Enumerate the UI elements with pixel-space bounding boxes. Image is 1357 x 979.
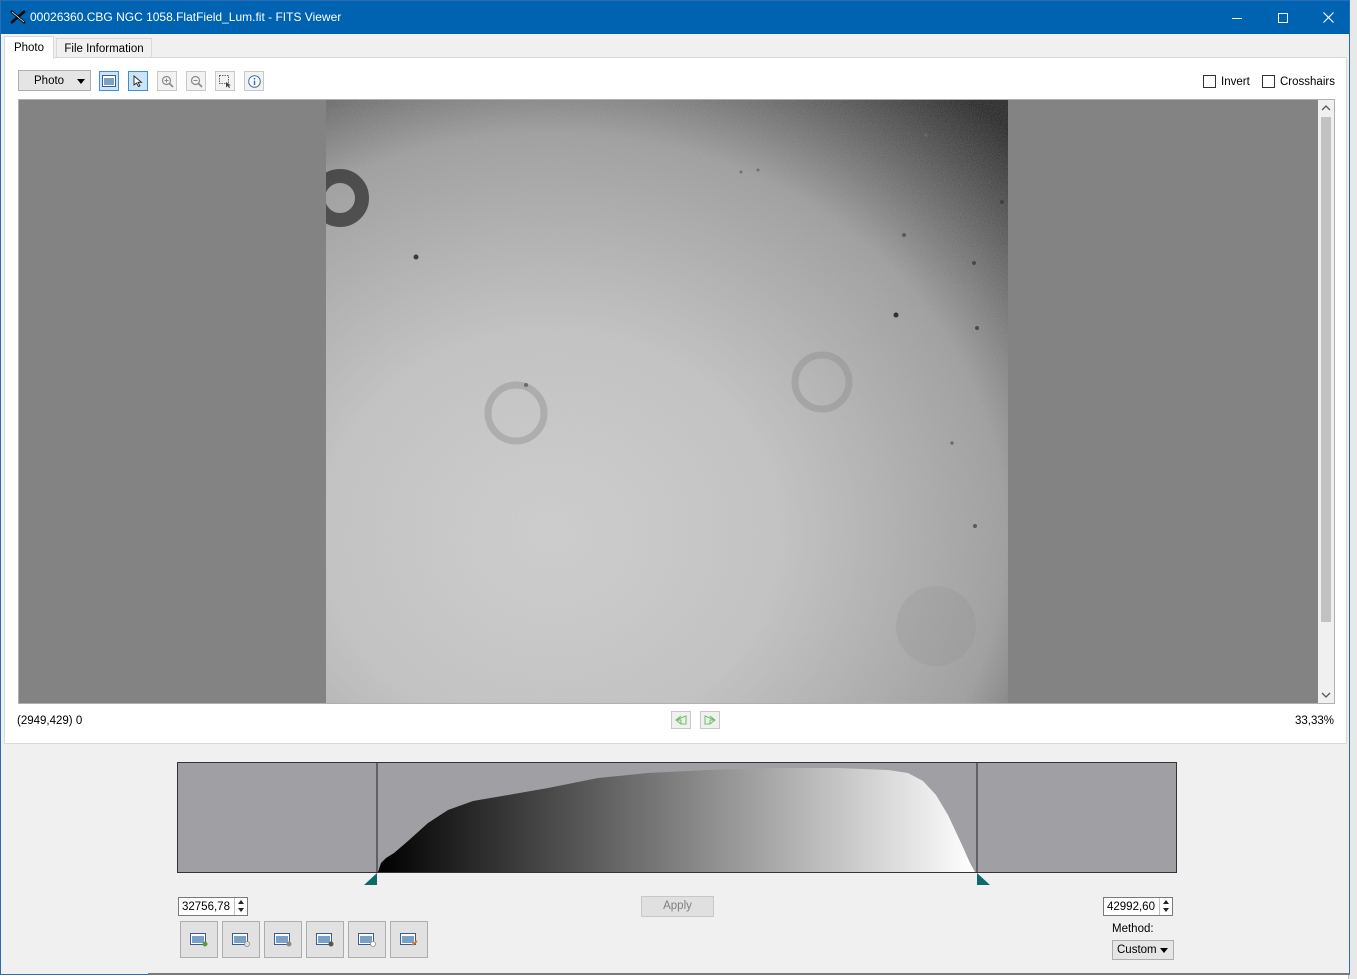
pointer-icon bbox=[133, 75, 143, 87]
histogram[interactable] bbox=[177, 762, 1177, 873]
window-title: 00026360.CBG NGC 1058.FlatField_Lum.fit … bbox=[30, 10, 342, 24]
stretch-preset-button-2[interactable] bbox=[222, 921, 260, 958]
fits-viewer-window: 00026360.CBG NGC 1058.FlatField_Lum.fit … bbox=[0, 0, 1350, 975]
crosshairs-label: Crosshairs bbox=[1280, 75, 1335, 88]
spin-up-icon[interactable] bbox=[1163, 900, 1169, 904]
close-icon bbox=[1322, 12, 1334, 23]
tab-file-information[interactable]: File Information bbox=[56, 38, 152, 58]
scroll-up-icon[interactable] bbox=[1321, 104, 1331, 111]
view-mode-value: Photo bbox=[34, 75, 65, 87]
zoom-in-button[interactable] bbox=[157, 71, 177, 91]
zoom-in-icon bbox=[161, 75, 174, 88]
close-button[interactable] bbox=[1305, 1, 1351, 34]
maximize-button[interactable] bbox=[1260, 1, 1306, 34]
max-slider-handle[interactable] bbox=[976, 873, 990, 885]
min-slider-handle[interactable] bbox=[364, 873, 378, 885]
crosshairs-checkbox[interactable]: Crosshairs bbox=[1262, 75, 1335, 88]
histogram-preset-icon bbox=[274, 932, 292, 946]
previous-image-button[interactable] bbox=[671, 711, 691, 729]
max-spin-buttons[interactable] bbox=[1159, 898, 1172, 915]
zoom-out-button[interactable] bbox=[186, 71, 206, 91]
zoom-level: 33,33% bbox=[1294, 715, 1334, 727]
next-arrow-icon bbox=[704, 715, 716, 725]
fit-window-icon bbox=[102, 75, 116, 87]
invert-checkbox-box[interactable] bbox=[1203, 75, 1216, 88]
invert-label: Invert bbox=[1221, 75, 1250, 88]
histogram-preset-icon bbox=[358, 932, 376, 947]
histogram-preset-icon bbox=[190, 932, 208, 946]
max-value-spinbox[interactable]: 42992,60 bbox=[1103, 897, 1173, 916]
image-viewport[interactable] bbox=[18, 99, 1335, 704]
previous-arrow-icon bbox=[675, 715, 687, 725]
minimize-icon bbox=[1232, 17, 1242, 19]
histogram-preset-icon bbox=[232, 932, 250, 947]
app-icon bbox=[10, 10, 26, 24]
zoom-region-button[interactable] bbox=[215, 71, 235, 91]
chevron-down-icon bbox=[77, 79, 85, 84]
next-image-button[interactable] bbox=[700, 711, 720, 729]
spin-down-icon[interactable] bbox=[238, 908, 244, 912]
apply-button[interactable]: Apply bbox=[641, 896, 714, 917]
vertical-scrollbar[interactable] bbox=[1318, 100, 1334, 703]
minimize-button[interactable] bbox=[1214, 1, 1260, 34]
scrollbar-thumb[interactable] bbox=[1321, 117, 1331, 622]
method-select[interactable]: Custom bbox=[1112, 940, 1174, 960]
scroll-down-icon[interactable] bbox=[1321, 692, 1331, 699]
zoom-out-icon bbox=[190, 75, 203, 88]
pointer-tool-button[interactable] bbox=[128, 71, 148, 91]
min-spin-buttons[interactable] bbox=[234, 898, 247, 915]
photo-panel: Photo Invert Crosshairs (2949,429) 0 33,… bbox=[4, 57, 1347, 744]
fit-window-button[interactable] bbox=[99, 71, 119, 91]
cursor-coordinates: (2949,429) 0 bbox=[17, 715, 83, 727]
histogram-plot bbox=[376, 763, 978, 872]
stretch-preset-button-5[interactable] bbox=[348, 921, 386, 958]
max-value: 42992,60 bbox=[1107, 901, 1155, 913]
stretch-preset-button-6[interactable] bbox=[390, 921, 428, 958]
stretch-preset-button-1[interactable] bbox=[180, 921, 218, 958]
maximize-icon bbox=[1278, 12, 1288, 23]
info-button[interactable] bbox=[244, 71, 264, 91]
histogram-preset-icon bbox=[316, 932, 334, 946]
method-value: Custom bbox=[1117, 944, 1157, 956]
info-icon bbox=[247, 74, 261, 88]
spin-up-icon[interactable] bbox=[238, 900, 244, 904]
zoom-region-icon bbox=[218, 74, 231, 88]
crosshairs-checkbox-box[interactable] bbox=[1262, 75, 1275, 88]
min-value-spinbox[interactable]: 32756,78 bbox=[178, 897, 248, 916]
stretch-preset-button-3[interactable] bbox=[264, 921, 302, 958]
taskbar-edge bbox=[148, 973, 1350, 975]
chevron-down-icon bbox=[1160, 948, 1168, 953]
spin-down-icon[interactable] bbox=[1163, 908, 1169, 912]
method-label: Method: bbox=[1112, 923, 1154, 935]
view-mode-select[interactable]: Photo bbox=[18, 70, 91, 91]
min-value: 32756,78 bbox=[182, 901, 230, 913]
flat-field-image bbox=[326, 100, 1008, 703]
tab-photo[interactable]: Photo bbox=[4, 36, 54, 59]
invert-checkbox[interactable]: Invert bbox=[1203, 75, 1250, 88]
title-bar: 00026360.CBG NGC 1058.FlatField_Lum.fit … bbox=[1, 1, 1349, 34]
histogram-preset-icon bbox=[400, 932, 418, 946]
stretch-preset-button-4[interactable] bbox=[306, 921, 344, 958]
